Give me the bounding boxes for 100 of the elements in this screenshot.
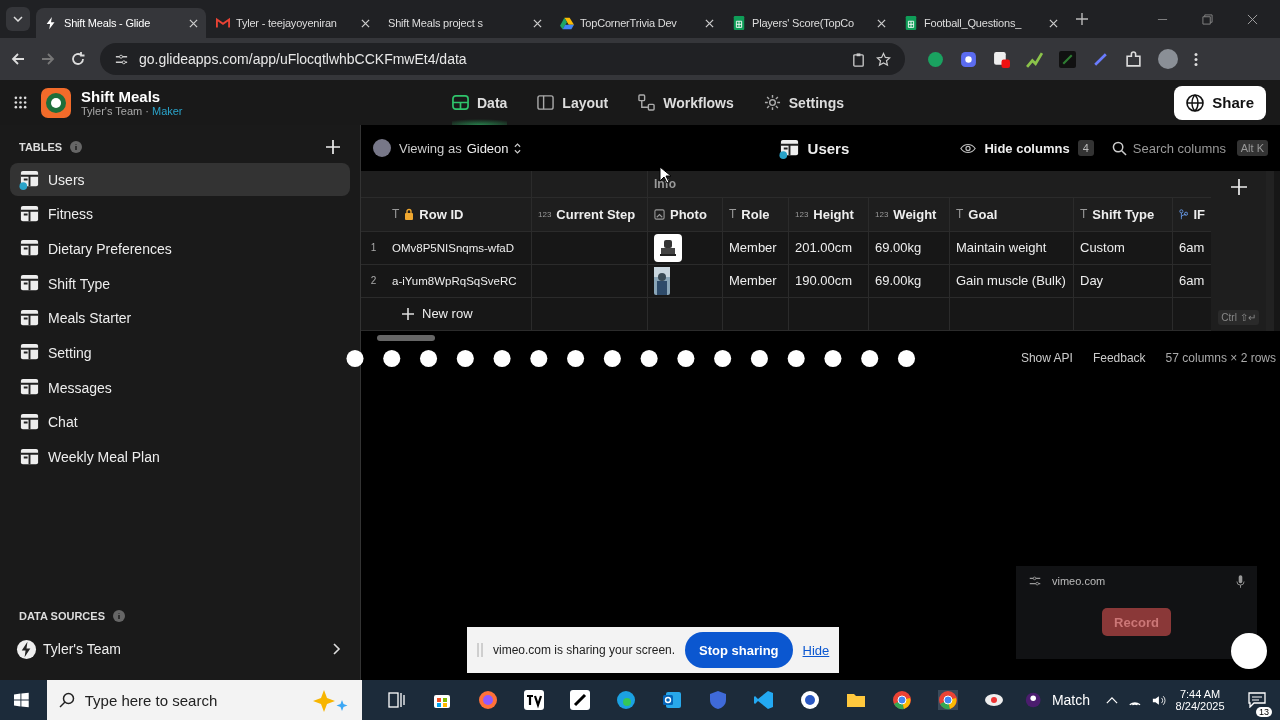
info-icon[interactable] (112, 610, 125, 622)
browser-tab[interactable]: Football_Questions_ (896, 8, 1066, 38)
browser-tab[interactable]: Shift Meals project s (380, 8, 550, 38)
terminal-icon[interactable] (1059, 50, 1076, 68)
code-editor-icon[interactable] (753, 690, 774, 710)
microphone-icon[interactable] (1236, 574, 1245, 588)
vertical-scrollbar[interactable] (1266, 171, 1274, 331)
tab-list-button[interactable] (6, 7, 30, 31)
close-icon[interactable] (533, 18, 542, 28)
shield-icon[interactable] (707, 690, 728, 710)
column-header[interactable]: 123 Weight (869, 198, 950, 231)
table-title: Users (807, 139, 850, 157)
outlook-icon[interactable] (661, 690, 682, 710)
add-column-icon[interactable] (1230, 179, 1247, 195)
new-tab-icon[interactable] (1076, 13, 1088, 25)
close-icon[interactable] (189, 18, 198, 28)
column-header[interactable]: 123 Current Step (532, 198, 648, 231)
table-item[interactable]: Users (10, 163, 350, 196)
hide-link[interactable]: Hide (802, 642, 830, 658)
column-header[interactable]: T Shift Type (1074, 198, 1173, 231)
firefox-icon[interactable] (477, 690, 498, 710)
chart-icon[interactable] (1026, 50, 1043, 68)
site-label: vimeo.com (1052, 575, 1106, 587)
show-api-link[interactable]: Show API (1020, 351, 1073, 365)
close-icon[interactable] (877, 18, 886, 28)
puzzle-icon[interactable] (1125, 50, 1142, 68)
browser-tab[interactable]: TopCornerTrivia Dev (552, 8, 722, 38)
settings-sliders-icon[interactable] (1028, 574, 1042, 588)
widget-text[interactable]: Match (1051, 692, 1091, 708)
table-item[interactable]: Messages (10, 371, 350, 405)
column-header[interactable]: IF (1173, 198, 1211, 231)
search-icon (1111, 140, 1127, 156)
league-icon[interactable] (1023, 690, 1042, 710)
column-header[interactable]: Photo (648, 198, 723, 231)
restore-icon[interactable] (1202, 13, 1213, 25)
add-table-icon[interactable] (325, 139, 341, 155)
notifications-button[interactable]: 13 (1242, 683, 1272, 717)
back-icon[interactable] (10, 51, 26, 67)
nav-tab[interactable]: Workflows (638, 80, 734, 125)
table-item[interactable]: Setting (10, 336, 350, 370)
pen-app-icon[interactable] (569, 690, 590, 710)
star-icon[interactable] (876, 51, 891, 67)
search-input[interactable]: Type here to search (84, 691, 300, 709)
app-icon[interactable] (799, 690, 820, 710)
browser-tab[interactable]: Shift Meals - Glide (36, 8, 206, 38)
feedback-link[interactable]: Feedback (1092, 351, 1146, 365)
column-header[interactable]: T Role (723, 198, 789, 231)
clipboard-icon[interactable] (851, 51, 866, 67)
chrome-icon[interactable] (937, 690, 958, 710)
speaker-icon[interactable] (1151, 693, 1166, 707)
extension-icon[interactable] (960, 50, 977, 68)
browser-tab[interactable]: Players' Score(TopCo (724, 8, 894, 38)
table-item[interactable]: Dietary Preferences (10, 232, 350, 266)
edge-icon[interactable] (615, 690, 636, 710)
close-icon[interactable] (361, 18, 370, 28)
share-button[interactable]: Share (1174, 85, 1266, 120)
table-item[interactable]: Fitness (10, 197, 350, 231)
image-icon (654, 208, 665, 220)
close-icon[interactable] (705, 18, 714, 28)
viewing-as-selector[interactable]: Viewing as Gideon (373, 139, 521, 157)
chrome-icon[interactable] (891, 690, 912, 710)
more-icon[interactable] (1194, 50, 1198, 68)
table-item[interactable]: Chat (10, 405, 350, 439)
task-view-icon[interactable] (385, 690, 406, 710)
address-bar[interactable]: go.glideapps.com/app/uFlocqtlwhbCCKFmwEt4/data (100, 43, 905, 75)
nav-tab[interactable]: Layout (537, 80, 609, 125)
table-item[interactable]: Weekly Meal Plan (10, 440, 350, 474)
column-header[interactable]: 123 Height (789, 198, 869, 231)
chart-app-icon[interactable] (523, 690, 544, 710)
table-cell: a-iYum8WpRqSqSveRC (392, 274, 517, 287)
shortcut-badge: Alt K (1236, 140, 1268, 156)
table-cell: Maintain weight (956, 240, 1047, 256)
user-avatar (373, 139, 391, 157)
profile-avatar[interactable] (1158, 49, 1178, 69)
taskbar-search-field[interactable]: Type here to search (46, 680, 362, 720)
new-row-button[interactable]: New row (392, 306, 473, 322)
info-icon[interactable] (70, 141, 83, 153)
reload-icon[interactable] (70, 51, 86, 67)
horizontal-scrollbar[interactable] (377, 335, 435, 341)
windows-start-icon[interactable] (14, 692, 29, 708)
settings-icon (763, 94, 781, 111)
stop-sharing-button[interactable]: Stop sharing (685, 632, 793, 668)
data-source-item[interactable]: Tyler's Team (10, 632, 350, 666)
table-item[interactable]: Meals Starter (10, 301, 350, 335)
table-item[interactable]: Shift Type (10, 267, 350, 301)
column-header[interactable]: T Goal (950, 198, 1074, 231)
forward-icon[interactable] (40, 51, 56, 67)
close-icon[interactable] (1049, 18, 1058, 28)
hide-columns-button[interactable]: Hide columns 4 (960, 140, 1094, 156)
chevron-up-icon[interactable] (1106, 695, 1118, 705)
drag-handle-icon[interactable] (477, 643, 483, 657)
clock[interactable]: 7:44 AM 8/24/2025 (1175, 688, 1225, 712)
column-header[interactable]: T Row ID (386, 198, 532, 231)
nav-tab[interactable]: Settings (763, 80, 844, 125)
apps-grid-icon[interactable] (14, 96, 27, 109)
extension-icon[interactable] (993, 50, 1010, 68)
close-icon[interactable] (1247, 13, 1258, 25)
floating-button[interactable] (1231, 633, 1267, 669)
search-columns-field[interactable]: Search columns (1132, 140, 1231, 156)
browser-tab[interactable]: Tyler - teejayoyeniran (208, 8, 378, 38)
